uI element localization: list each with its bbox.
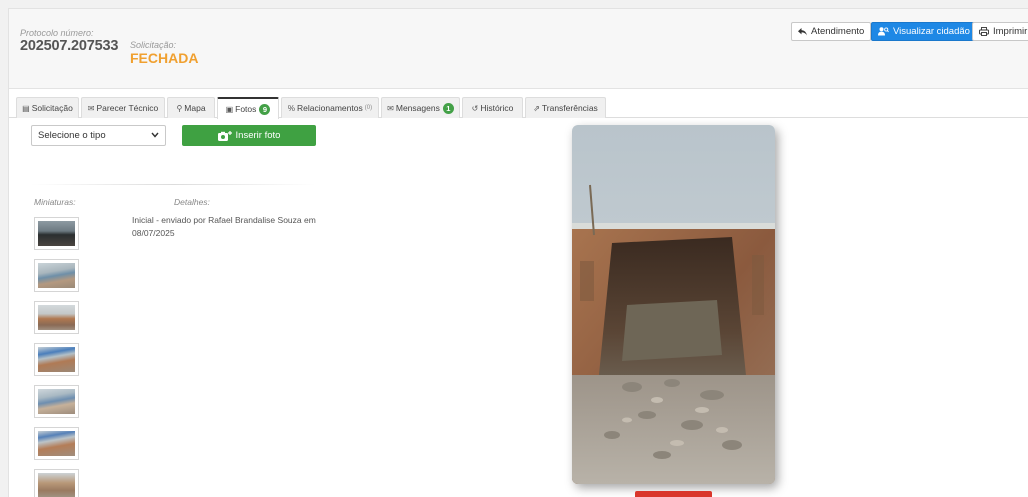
photo-thumbnail[interactable] (34, 469, 79, 497)
history-icon: ↺ (471, 103, 479, 113)
visualizar-cidadao-label: Visualizar cidadão (893, 26, 970, 37)
tab-label: Parecer Técnico (96, 103, 159, 113)
protocol-label: Protocolo número: (20, 28, 94, 38)
insert-photo-label: Inserir foto (235, 130, 281, 141)
photo-thumbnail[interactable] (34, 385, 79, 418)
divider (31, 184, 316, 185)
tab-label: Mapa (184, 103, 206, 113)
tab-label: Mensagens (395, 103, 440, 113)
excavation-photo-image (572, 125, 775, 484)
photo-type-value: Selecione o tipo (38, 130, 106, 141)
photo-thumbnail[interactable] (34, 301, 79, 334)
tab-historico[interactable]: ↺ Histórico (462, 97, 523, 118)
photo-details-text: Inicial - enviado por Rafael Brandalise … (132, 215, 316, 238)
details-label: Detalhes: (174, 197, 210, 207)
tab-label: Relacionamentos (297, 103, 363, 113)
envelope-icon: ✉ (387, 103, 394, 113)
protocol-number: 202507.207533 (20, 38, 119, 54)
tab-label: Transferências (541, 103, 598, 113)
photo-thumbnail[interactable] (34, 259, 79, 292)
tab-label: Solicitação (31, 103, 73, 113)
tab-mensagens[interactable]: ✉ Mensagens 1 (381, 97, 460, 118)
atendimento-button[interactable]: Atendimento (791, 22, 872, 41)
request-header: Protocolo número: 202507.207533 Solicita… (9, 9, 1028, 89)
tab-bar: ▤ Solicitação ✉ Parecer Técnico ⚲ Mapa ▣… (9, 97, 1028, 119)
photo-thumbnail[interactable] (34, 427, 79, 460)
file-icon: ▤ (22, 103, 30, 113)
mensagens-count-badge: 1 (442, 102, 454, 114)
fotos-count-badge: 9 (259, 103, 271, 115)
tab-mapa[interactable]: ⚲ Mapa (167, 97, 215, 118)
photo-thumbnail[interactable] (34, 343, 79, 376)
reply-icon (798, 27, 807, 35)
printer-icon (979, 27, 989, 36)
selected-photo[interactable] (572, 125, 775, 484)
tab-label: Histórico (480, 103, 514, 113)
user-search-icon (878, 27, 889, 36)
tab-transferencias[interactable]: ⇗ Transferências (525, 97, 606, 118)
imprimir-button[interactable]: Imprimir (972, 22, 1028, 41)
request-label: Solicitação: (130, 40, 177, 50)
chat-icon: ✉ (87, 103, 95, 113)
tab-solicitacao[interactable]: ▤ Solicitação (16, 97, 79, 118)
camera-plus-icon (217, 130, 232, 141)
link-icon: % (287, 103, 296, 113)
photo-type-select[interactable]: Selecione o tipo (31, 125, 166, 146)
visualizar-cidadao-button[interactable]: Visualizar cidadão (871, 22, 977, 41)
tab-relacionamentos[interactable]: % Relacionamentos (0) (281, 97, 379, 118)
insert-photo-button[interactable]: Inserir foto (182, 125, 316, 146)
tab-label: Fotos (235, 104, 257, 114)
photo-thumbnail[interactable] (34, 217, 79, 250)
request-status: FECHADA (130, 50, 199, 66)
chevron-down-icon (151, 132, 159, 138)
imprimir-label: Imprimir (993, 26, 1028, 37)
atendimento-label: Atendimento (811, 26, 865, 37)
image-icon: ▣ (225, 104, 234, 114)
share-icon: ⇗ (533, 103, 540, 113)
thumbnails-label: Miniaturas: (34, 197, 76, 207)
tab-fotos[interactable]: ▣ Fotos 9 (217, 97, 279, 119)
page: Protocolo número: 202507.207533 Solicita… (8, 8, 1028, 497)
tab-parecer-tecnico[interactable]: ✉ Parecer Técnico (81, 97, 165, 118)
relacionamentos-count: (0) (364, 105, 373, 111)
map-marker-icon: ⚲ (176, 103, 183, 113)
delete-photo-button[interactable] (635, 491, 712, 497)
